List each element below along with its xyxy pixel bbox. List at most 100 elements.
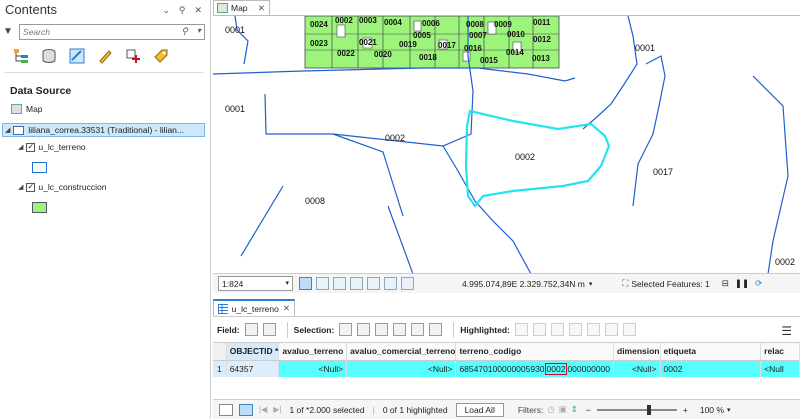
building-label: 0023	[310, 39, 328, 48]
table-menu-icon[interactable]: ☰	[781, 324, 792, 338]
collapse-arrow-icon[interactable]: ◢	[18, 143, 23, 151]
layer-item-construccion[interactable]: ◢ ✓ u_lc_construccion	[18, 182, 106, 192]
zoom-to-highlighted-icon[interactable]	[514, 323, 528, 336]
zoom-in-icon[interactable]: +	[683, 405, 688, 415]
show-selected-records-icon[interactable]	[239, 403, 253, 416]
first-record-icon[interactable]: |◀	[259, 405, 267, 414]
chevron-down-icon[interactable]: ▾	[197, 26, 201, 35]
table-row[interactable]: 1 64357 <Null> <Null> 685470100000005930…	[213, 360, 800, 377]
close-icon[interactable]: ✕	[258, 3, 265, 14]
search-icon[interactable]: ⚲	[181, 26, 188, 37]
selected-features[interactable]: ⛶ Selected Features: 1	[622, 278, 709, 289]
close-icon[interactable]: ✕	[194, 5, 202, 16]
delete-highlighted-icon[interactable]	[586, 323, 600, 336]
show-all-records-icon[interactable]	[219, 403, 233, 416]
column-header[interactable]: OBJECTID *	[226, 343, 280, 361]
column-header[interactable]: relac	[760, 343, 800, 361]
close-icon[interactable]: ✕	[283, 303, 290, 314]
building-label: 0013	[532, 54, 550, 63]
contents-title: Contents	[5, 2, 58, 17]
building-label: 0019	[399, 40, 417, 49]
refresh-map-icon[interactable]	[384, 277, 397, 290]
column-header[interactable]: terreno_codigo	[455, 343, 614, 361]
collapse-arrow-icon[interactable]: ◢	[18, 183, 23, 191]
list-by-editing-icon[interactable]	[96, 47, 114, 65]
list-by-drawing-order-icon[interactable]	[12, 47, 30, 65]
table-cell[interactable]: <Null	[760, 360, 800, 377]
tree-item-map[interactable]: Map	[11, 104, 43, 114]
column-header[interactable]: etiqueta	[660, 343, 762, 361]
add-field-icon[interactable]	[244, 323, 258, 336]
layer-visibility-checkbox[interactable]: ✓	[26, 182, 36, 192]
terreno-symbol-swatch[interactable]	[32, 162, 47, 173]
layout-icon[interactable]	[333, 277, 346, 290]
table-cell[interactable]: <Null>	[278, 360, 348, 377]
row-number[interactable]: 1	[213, 360, 227, 377]
table-cell[interactable]: <Null>	[613, 360, 661, 377]
table-cell[interactable]: <Null>	[346, 360, 457, 377]
filter-icon[interactable]: ▼	[3, 26, 15, 37]
refresh-icon[interactable]: ⟳	[755, 278, 762, 289]
clear-selection-icon[interactable]	[393, 323, 407, 336]
list-by-snapping-icon[interactable]	[124, 47, 142, 65]
search-input[interactable]: Search ⚲ ▾	[19, 23, 205, 40]
reselect-icon[interactable]	[568, 323, 582, 336]
zoom-slider-thumb[interactable]	[646, 404, 651, 415]
zoom-slider[interactable]	[596, 404, 677, 415]
zoom-out-icon[interactable]: −	[586, 405, 591, 415]
last-record-icon[interactable]: ▶|	[273, 405, 281, 414]
list-by-data-source-icon[interactable]	[40, 47, 58, 65]
select-by-attributes-icon[interactable]	[339, 323, 353, 336]
copy-highlighted-icon[interactable]	[604, 323, 618, 336]
pause-draw-icon[interactable]	[367, 277, 380, 290]
construccion-symbol-swatch[interactable]	[32, 202, 47, 213]
grid-snap-icon[interactable]	[299, 277, 312, 290]
switch-highlighted-icon[interactable]	[532, 323, 546, 336]
table-height-icon[interactable]: ⇕	[571, 404, 578, 415]
auto-hide-icon[interactable]: ⚲	[179, 5, 186, 16]
delete-selection-icon[interactable]	[411, 323, 425, 336]
snapping-icon[interactable]	[350, 277, 363, 290]
map-status-right: ⊟ ❚❚ ⟳	[722, 278, 763, 289]
column-header[interactable]: dimension	[613, 343, 661, 361]
unhighlight-icon[interactable]	[550, 323, 564, 336]
pause-icon[interactable]: ❚❚	[735, 278, 749, 289]
chevron-down-icon[interactable]: ▾	[589, 280, 593, 288]
pane-options-icon[interactable]: ⌄	[162, 5, 170, 16]
table-cell[interactable]: 64357	[226, 360, 280, 377]
building-label: 0024	[310, 20, 328, 29]
chevron-down-icon[interactable]: ▾	[285, 279, 289, 287]
tab-attribute-table[interactable]: u_lc_terreno ✕	[213, 299, 295, 316]
table-cell-terreno-codigo[interactable]: 685470100000005930 0002 000000000	[455, 360, 614, 377]
filter-visible-icon[interactable]: ▣	[559, 404, 567, 415]
list-by-selection-icon[interactable]	[68, 47, 86, 65]
calculate-field-icon[interactable]	[262, 323, 276, 336]
map-view[interactable]: 0024 0002 0003 0004 0006 0008 0009 0011 …	[213, 15, 800, 273]
collapse-arrow-icon[interactable]: ◢	[5, 126, 10, 134]
row-header-corner	[213, 343, 227, 361]
copy-selection-icon[interactable]	[429, 323, 443, 336]
highlight-options-icon[interactable]	[622, 323, 636, 336]
chevron-down-icon[interactable]: ▾	[727, 406, 731, 414]
contents-pane: Contents ⌄ ⚲ ✕ ▼ Search ⚲ ▾ Data Source …	[0, 0, 211, 419]
switch-selection-icon[interactable]	[375, 323, 389, 336]
column-header[interactable]: avaluo_comercial_terreno	[346, 343, 457, 361]
layer-item-terreno[interactable]: ◢ ✓ u_lc_terreno	[18, 142, 86, 152]
divider	[286, 321, 288, 338]
layer-visibility-checkbox[interactable]: ✓	[26, 142, 36, 152]
zoom-level[interactable]: 100 %	[700, 405, 724, 415]
grid-icon[interactable]	[316, 277, 329, 290]
scale-selector[interactable]: 1:824 ▾	[218, 276, 293, 291]
tree-item-database[interactable]: ◢ liliana_correa.33531 (Traditional) - l…	[2, 123, 205, 137]
filter-extent-icon[interactable]: ◷	[547, 404, 554, 415]
column-header[interactable]: avaluo_terreno	[278, 343, 348, 361]
clear-selection-icon[interactable]: ⊟	[722, 278, 729, 289]
list-by-labeling-icon[interactable]	[152, 47, 170, 65]
navigate-icon[interactable]	[401, 277, 414, 290]
database-label: liliana_correa.33531 (Traditional) - lil…	[28, 125, 184, 135]
zoom-to-selection-icon[interactable]	[357, 323, 371, 336]
layer-name: u_lc_terreno	[38, 142, 86, 152]
table-cell[interactable]: 0002	[660, 360, 762, 377]
load-all-button[interactable]: Load All	[455, 402, 504, 417]
tab-map[interactable]: Map ✕	[213, 0, 270, 15]
